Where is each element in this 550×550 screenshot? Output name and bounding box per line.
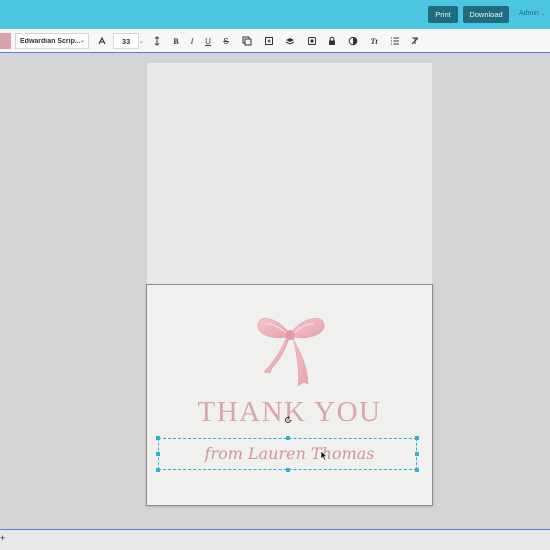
strikethrough-icon[interactable]: S	[219, 34, 233, 48]
resize-handle-top[interactable]	[286, 436, 290, 440]
text-effect-icon[interactable]	[95, 34, 109, 48]
card-back-panel[interactable]	[147, 63, 432, 285]
cursor-pointer-icon	[320, 451, 328, 461]
chevron-down-icon: ⌄	[79, 38, 85, 44]
account-menu[interactable]: Admin ⌄	[519, 10, 546, 17]
top-bar: Print Download Admin ⌄	[0, 0, 550, 29]
line-spacing-icon[interactable]	[150, 34, 164, 48]
resize-handle-left[interactable]	[156, 452, 160, 456]
resize-handle-bottom[interactable]	[286, 468, 290, 472]
resize-handle-top-right[interactable]	[415, 436, 419, 440]
selection-box[interactable]	[158, 438, 417, 470]
list-icon[interactable]	[388, 34, 402, 48]
bow-illustration[interactable]	[254, 310, 326, 388]
print-button[interactable]: Print	[428, 6, 458, 23]
account-label: Admin	[519, 10, 539, 17]
underline-icon[interactable]: U	[201, 34, 215, 48]
stack-icon[interactable]	[283, 34, 297, 48]
chevron-down-icon: ⌄	[540, 11, 546, 17]
download-button[interactable]: Download	[463, 6, 509, 23]
card-headline[interactable]: THANK YOU	[147, 396, 432, 429]
layers-icon[interactable]	[262, 34, 276, 48]
format-toolbar: Edwardian Scrip... ⌄ 33 ⌄ B I U S Tt	[0, 29, 550, 53]
resize-handle-top-left[interactable]	[156, 436, 160, 440]
resize-handle-bottom-left[interactable]	[156, 468, 160, 472]
text-case-icon[interactable]: Tt	[367, 34, 381, 48]
clear-format-icon[interactable]	[408, 34, 422, 48]
font-size-input[interactable]: 33	[113, 33, 139, 49]
font-family-select[interactable]: Edwardian Scrip... ⌄	[15, 33, 89, 49]
italic-icon[interactable]: I	[185, 34, 199, 48]
text-color-swatch[interactable]	[0, 33, 11, 49]
duplicate-icon[interactable]	[240, 34, 254, 48]
font-family-value: Edwardian Scrip...	[20, 37, 81, 45]
resize-handle-bottom-right[interactable]	[415, 468, 419, 472]
bold-icon[interactable]: B	[169, 34, 183, 48]
bottom-bar	[0, 529, 550, 550]
rotate-icon[interactable]	[284, 416, 292, 424]
chevron-down-icon[interactable]: ⌄	[139, 38, 144, 45]
add-page-icon[interactable]: +	[0, 533, 5, 543]
color-fill-icon[interactable]	[346, 34, 360, 48]
crop-icon[interactable]	[305, 34, 319, 48]
resize-handle-right[interactable]	[415, 452, 419, 456]
lock-icon[interactable]	[325, 34, 339, 48]
